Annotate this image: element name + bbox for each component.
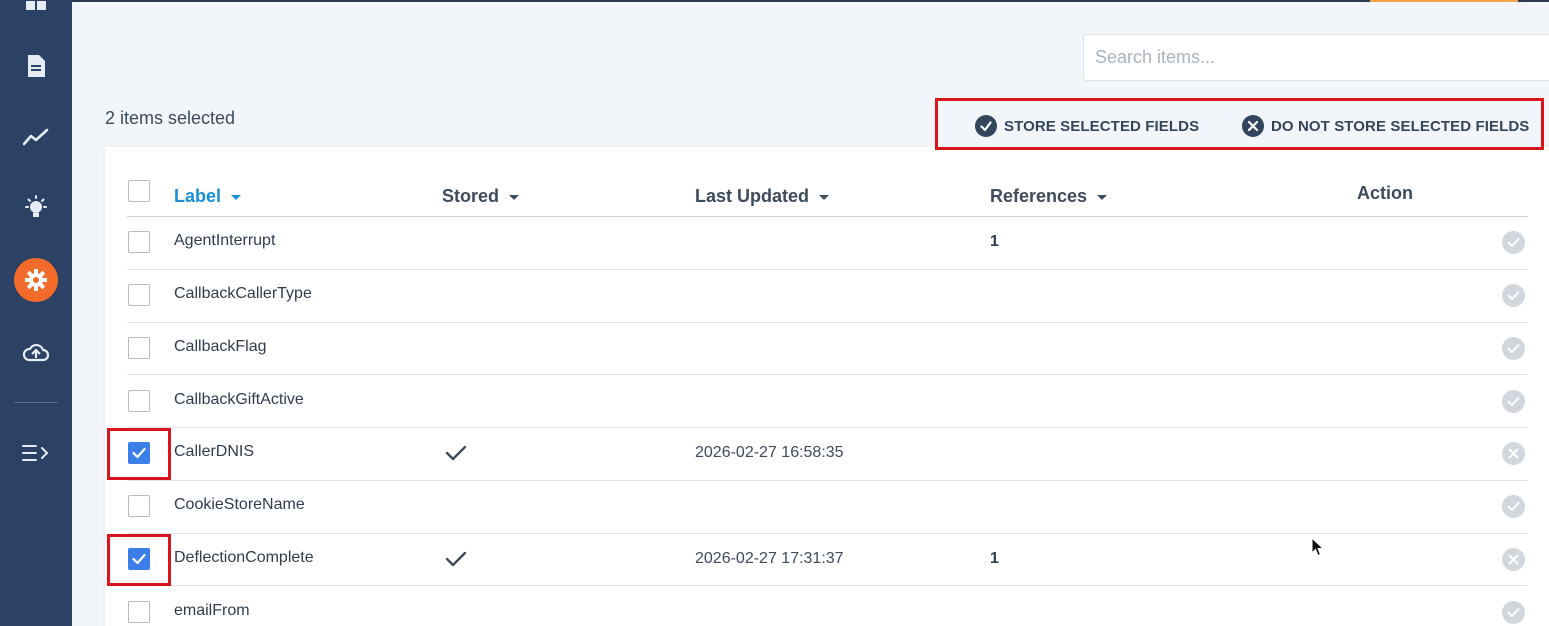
row-checkbox[interactable] — [128, 231, 150, 254]
row-references: 1 — [990, 233, 999, 251]
row-last-updated: 2026-02-27 17:31:37 — [695, 549, 844, 567]
row-unstore-action[interactable] — [1502, 547, 1525, 571]
row-checkbox[interactable] — [128, 495, 150, 518]
top-strip — [72, 0, 1549, 2]
gear-icon — [25, 269, 47, 291]
sort-caret-icon — [231, 194, 242, 200]
column-header-references[interactable]: References — [990, 185, 1108, 207]
row-label: emailFrom — [174, 601, 250, 619]
check-icon — [1507, 238, 1520, 248]
row-references: 1 — [990, 549, 999, 567]
check-circle-icon — [975, 115, 997, 137]
sort-caret-icon — [1097, 194, 1108, 200]
table-row — [105, 481, 1549, 534]
row-checkbox[interactable] — [128, 336, 150, 359]
table-row — [105, 217, 1549, 270]
check-icon — [1507, 396, 1520, 406]
store-selected-fields-button[interactable]: STORE SELECTED FIELDS — [975, 115, 1199, 137]
search-input[interactable] — [1083, 34, 1549, 81]
nav-insights[interactable] — [0, 184, 72, 232]
nav-documents[interactable] — [0, 42, 72, 90]
row-label: AgentInterrupt — [174, 232, 276, 250]
expand-menu-icon — [22, 445, 49, 461]
nav-analytics[interactable] — [0, 113, 72, 161]
table-row — [105, 323, 1549, 376]
selected-count: 2 items selected — [105, 108, 236, 128]
nav-expand[interactable] — [0, 429, 72, 477]
column-header-label[interactable]: Label — [174, 185, 242, 207]
select-all-checkbox[interactable] — [128, 180, 150, 202]
x-circle-icon — [1242, 115, 1264, 137]
row-store-action[interactable] — [1502, 600, 1525, 624]
row-label: CookieStoreName — [174, 496, 305, 514]
column-header-last-updated-text: Last Updated — [695, 185, 810, 206]
row-store-action[interactable] — [1502, 389, 1525, 413]
cloud-upload-icon — [22, 343, 50, 362]
document-icon — [28, 55, 45, 77]
column-header-last-updated[interactable]: Last Updated — [695, 185, 830, 207]
row-checkbox[interactable] — [128, 284, 150, 307]
row-label: DeflectionComplete — [174, 548, 314, 566]
row-checkbox[interactable] — [128, 547, 150, 570]
check-icon — [1507, 291, 1520, 301]
table-row — [105, 586, 1549, 626]
sort-caret-icon — [819, 194, 830, 200]
do-not-store-selected-fields-label: DO NOT STORE SELECTED FIELDS — [1271, 117, 1530, 135]
x-icon — [1508, 554, 1519, 565]
row-label: CallbackCallerType — [174, 285, 312, 303]
column-header-stored-text: Stored — [442, 185, 500, 206]
table-row — [105, 375, 1549, 428]
top-strip-accent — [1370, 0, 1518, 2]
sidebar-divider — [14, 402, 58, 403]
settings-active-indicator — [14, 258, 58, 302]
nav-upload[interactable] — [0, 328, 72, 376]
check-icon — [1507, 607, 1520, 617]
trend-line-icon — [23, 128, 49, 146]
dashboard-icon — [26, 1, 46, 10]
x-icon — [1508, 448, 1519, 459]
row-label: CallbackFlag — [174, 337, 267, 355]
do-not-store-selected-fields-button[interactable]: DO NOT STORE SELECTED FIELDS — [1242, 115, 1529, 137]
column-header-stored[interactable]: Stored — [442, 185, 520, 207]
row-checkbox[interactable] — [128, 442, 150, 465]
nav-settings[interactable] — [0, 256, 72, 304]
row-label: CallerDNIS — [174, 443, 255, 461]
table-row — [105, 270, 1549, 323]
stored-check-icon — [445, 445, 467, 466]
column-header-action-text: Action — [1357, 182, 1413, 203]
checkmark-icon — [132, 553, 146, 564]
lightbulb-icon — [25, 195, 47, 217]
row-label: CallbackGiftActive — [174, 390, 304, 408]
row-store-action[interactable] — [1502, 284, 1525, 308]
row-store-action[interactable] — [1502, 336, 1525, 360]
row-checkbox[interactable] — [128, 600, 150, 623]
nav-dashboard[interactable] — [0, 0, 72, 24]
row-last-updated: 2026-02-27 16:58:35 — [695, 444, 844, 462]
store-selected-fields-label: STORE SELECTED FIELDS — [1004, 117, 1200, 135]
sidebar — [0, 0, 72, 626]
row-checkbox[interactable] — [128, 389, 150, 412]
mouse-cursor-icon — [1311, 537, 1325, 557]
checkmark-icon — [132, 448, 146, 459]
column-header-label-text: Label — [174, 185, 222, 206]
sort-caret-icon — [509, 194, 520, 200]
check-icon — [1507, 343, 1520, 353]
column-header-action: Action — [1357, 182, 1413, 204]
stored-check-icon — [445, 551, 467, 572]
row-store-action[interactable] — [1502, 495, 1525, 519]
check-icon — [1507, 502, 1520, 512]
column-header-references-text: References — [990, 185, 1088, 206]
